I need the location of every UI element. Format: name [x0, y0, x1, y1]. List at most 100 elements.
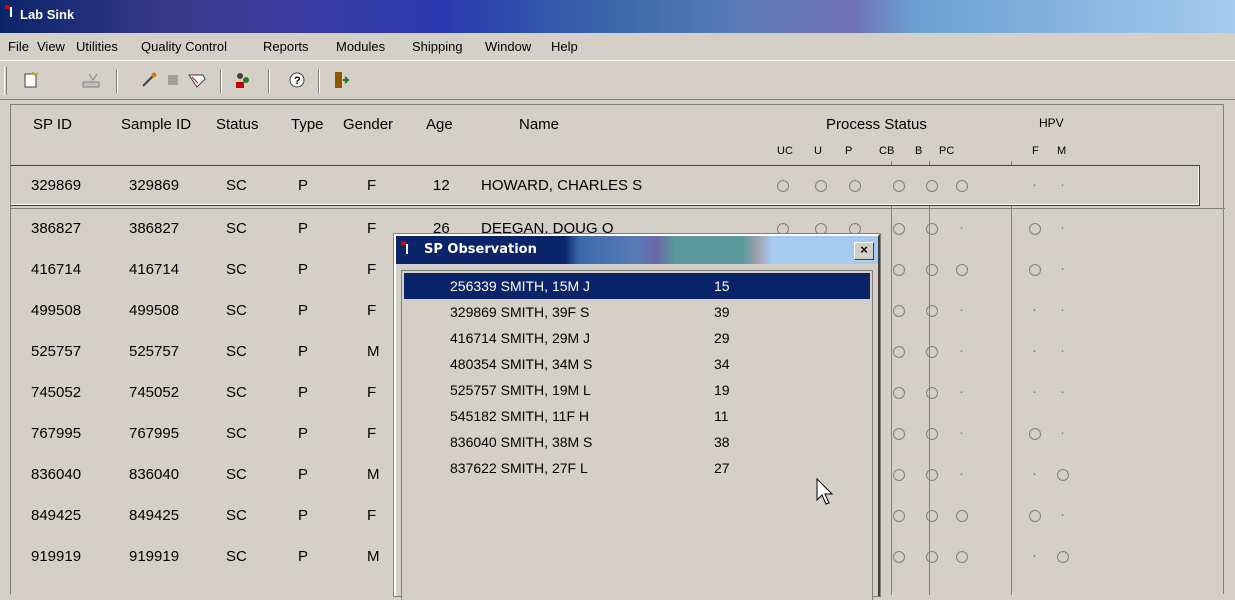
hpv-circle-icon	[1029, 264, 1041, 276]
status-dot-icon: ·	[959, 301, 964, 318]
list-item[interactable]: 480354 SMITH, 34M S 34	[404, 351, 870, 377]
menu-utilities[interactable]: Utilities	[76, 39, 118, 54]
sub-header-uc: UC	[777, 145, 793, 157]
cell-spid: 329869	[31, 177, 82, 194]
list-item-name: 545182 SMITH, 11F H	[450, 408, 590, 424]
list-item-name: 480354 SMITH, 34M S	[450, 356, 593, 372]
list-item[interactable]: 837622 SMITH, 27F L 27	[404, 455, 870, 481]
status-circle-icon	[926, 551, 938, 563]
col-header-name[interactable]: Name	[519, 116, 559, 133]
menu-bar: File View Utilities Quality Control Repo…	[0, 33, 1235, 60]
cell-spid: 836040	[31, 466, 82, 483]
hpv-dot-icon: ·	[1032, 465, 1037, 482]
pen-icon[interactable]	[136, 67, 162, 93]
cell-status: SC	[226, 548, 247, 565]
cell-age: 12	[433, 177, 450, 194]
observation-list[interactable]: 256339 SMITH, 15M J 15 329869 SMITH, 39F S…	[401, 270, 873, 600]
table-row[interactable]: 329869 329869 SC P F 12 HOWARD, CHARLES S · ·	[11, 165, 1200, 206]
status-circle-icon	[926, 469, 938, 481]
col-header-spid[interactable]: SP ID	[33, 116, 72, 133]
hpv-dot-icon: ·	[1060, 506, 1065, 523]
cell-type: P	[298, 302, 309, 319]
list-item[interactable]: 836040 SMITH, 38M S 38	[404, 429, 870, 455]
dialog-title-bar[interactable]: SP Observation ×	[396, 236, 878, 264]
help-icon[interactable]: ?	[284, 67, 310, 93]
menu-quality-control[interactable]: Quality Control	[141, 39, 227, 54]
cell-type: P	[298, 261, 309, 278]
cell-gender: F	[367, 507, 377, 524]
cell-type: P	[298, 343, 309, 360]
cell-sample: 849425	[129, 507, 180, 524]
menu-modules[interactable]: Modules	[336, 39, 385, 54]
new-icon[interactable]	[18, 67, 44, 93]
list-item[interactable]: 256339 SMITH, 15M J 15	[404, 273, 870, 299]
menu-view[interactable]: View	[37, 39, 65, 54]
status-circle-icon	[777, 180, 789, 192]
status-dot-icon: ·	[959, 383, 964, 400]
list-item-age: 38	[714, 434, 730, 450]
status-circle-icon	[926, 305, 938, 317]
hpv-circle-icon	[1057, 469, 1069, 481]
hpv-dot-icon: ·	[1032, 547, 1037, 564]
list-item-name: 416714 SMITH, 29M J	[450, 330, 591, 346]
menu-reports[interactable]: Reports	[263, 39, 309, 54]
hpv-dot-icon: ·	[1032, 176, 1037, 193]
cell-name: HOWARD, CHARLES S	[481, 177, 643, 194]
status-circle-icon	[926, 223, 938, 235]
tag-icon[interactable]	[184, 67, 210, 93]
import-icon[interactable]	[78, 67, 104, 93]
svg-text:?: ?	[294, 75, 301, 87]
cell-spid: 745052	[31, 384, 82, 401]
col-header-sample-id[interactable]: Sample ID	[121, 116, 191, 133]
cell-gender: F	[367, 302, 377, 319]
cell-gender: M	[367, 343, 380, 360]
status-dot-icon: ·	[959, 342, 964, 359]
toolbar: ?	[0, 60, 1235, 100]
stop-icon[interactable]	[160, 67, 186, 93]
cell-gender: F	[367, 425, 377, 442]
list-item-age: 39	[714, 304, 730, 320]
hpv-dot-icon: ·	[1032, 383, 1037, 400]
hpv-dot-icon: ·	[1032, 301, 1037, 318]
status-circle-icon	[893, 223, 905, 235]
cell-type: P	[298, 548, 309, 565]
menu-shipping[interactable]: Shipping	[412, 39, 463, 54]
col-header-gender[interactable]: Gender	[343, 116, 393, 133]
cell-spid: 767995	[31, 425, 82, 442]
list-item[interactable]: 329869 SMITH, 39F S 39	[404, 299, 870, 325]
status-circle-icon	[893, 428, 905, 440]
cell-spid: 499508	[31, 302, 82, 319]
list-item-name: 525757 SMITH, 19M L	[450, 382, 591, 398]
list-item-age: 27	[714, 460, 730, 476]
close-button[interactable]: ×	[854, 242, 874, 260]
status-circle-icon	[893, 387, 905, 399]
menu-window[interactable]: Window	[485, 39, 531, 54]
menu-help[interactable]: Help	[551, 39, 578, 54]
list-item[interactable]: 525757 SMITH, 19M L 19	[404, 377, 870, 403]
cell-type: P	[298, 220, 309, 237]
status-circle-icon	[956, 180, 968, 192]
cell-sample: 836040	[129, 466, 180, 483]
list-item-age: 11	[714, 408, 729, 424]
menu-file[interactable]: File	[8, 39, 29, 54]
list-item-age: 19	[714, 382, 730, 398]
hpv-dot-icon: ·	[1060, 424, 1065, 441]
status-circle-icon	[893, 510, 905, 522]
col-header-type[interactable]: Type	[291, 116, 324, 133]
toolbar-grip[interactable]	[4, 67, 7, 95]
list-item[interactable]: 416714 SMITH, 29M J 29	[404, 325, 870, 351]
exit-icon[interactable]	[328, 67, 354, 93]
hpv-dot-icon: ·	[1060, 260, 1065, 277]
cell-type: P	[298, 177, 309, 194]
status-dot-icon: ·	[959, 424, 964, 441]
sub-header-f: F	[1032, 145, 1039, 157]
cell-gender: F	[367, 220, 377, 237]
users-icon[interactable]	[230, 67, 256, 93]
status-circle-icon	[893, 469, 905, 481]
list-item[interactable]: 545182 SMITH, 11F H 11	[404, 403, 870, 429]
status-circle-icon	[956, 264, 968, 276]
col-header-age[interactable]: Age	[426, 116, 453, 133]
cell-gender: M	[367, 466, 380, 483]
col-header-status[interactable]: Status	[216, 116, 259, 133]
cell-status: SC	[226, 261, 247, 278]
